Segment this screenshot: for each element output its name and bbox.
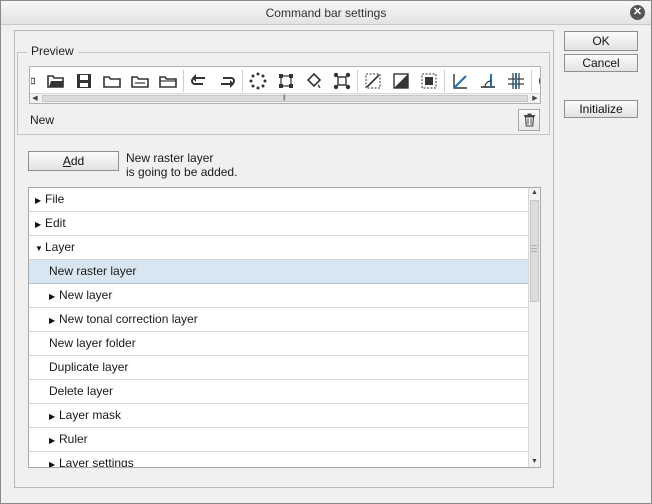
- add-description: New raster layer is going to be added.: [126, 151, 237, 179]
- clear-icon[interactable]: [359, 69, 387, 93]
- ok-button[interactable]: OK: [564, 31, 638, 51]
- trash-icon: [523, 113, 535, 127]
- tree-row-label: New layer folder: [49, 336, 136, 350]
- command-bar-preview: ◀ ||| ▶: [29, 66, 541, 104]
- tree-row-label: New raster layer: [49, 264, 137, 278]
- collapsed-triangle-icon[interactable]: ▶: [49, 429, 59, 452]
- collapsed-triangle-icon[interactable]: ▶: [49, 405, 59, 428]
- dotted-selection-icon[interactable]: [244, 69, 272, 93]
- ruler-icon[interactable]: [446, 69, 474, 93]
- tree-row[interactable]: Delete layer: [29, 380, 529, 404]
- scroll-grip-icon: — — —: [531, 243, 537, 255]
- scroll-grip-icon: |||: [283, 95, 286, 101]
- add-button-label-rest: dd: [70, 154, 85, 168]
- toolbar-separator: [444, 70, 445, 92]
- tree-row[interactable]: ▶ File: [29, 188, 529, 212]
- toolbar-separator: [242, 70, 243, 92]
- tree-row[interactable]: ▶ New tonal correction layer: [29, 308, 529, 332]
- delete-command-button[interactable]: [518, 109, 540, 131]
- initialize-button[interactable]: Initialize: [564, 100, 638, 118]
- folder-icon-3[interactable]: [154, 69, 182, 93]
- horizontal-scroll-thumb[interactable]: [42, 95, 528, 102]
- title-bar: Command bar settings ✕: [1, 1, 651, 25]
- transform-icon[interactable]: [272, 69, 300, 93]
- expanded-triangle-icon[interactable]: ▼: [35, 237, 45, 260]
- command-tree-rows: ▶ File ▶ Edit ▼ Layer New raster layer ▶ New lay…: [29, 188, 529, 468]
- collapsed-triangle-icon[interactable]: ▶: [35, 213, 45, 236]
- folder-icon-2[interactable]: [126, 69, 154, 93]
- tree-row-label: Layer: [45, 240, 76, 254]
- toolbar-icon-strip: [30, 69, 540, 93]
- close-icon[interactable]: ✕: [630, 5, 645, 20]
- add-button[interactable]: Add: [28, 151, 119, 171]
- scroll-up-icon[interactable]: ▲: [529, 188, 540, 198]
- tree-row-label: File: [45, 192, 65, 206]
- open-folder-icon[interactable]: [42, 69, 70, 93]
- add-description-line1: New raster layer: [126, 151, 214, 165]
- tree-row-label: Layer mask: [59, 408, 122, 422]
- tree-row[interactable]: ▼ Layer: [29, 236, 529, 260]
- help-icon[interactable]: [533, 69, 540, 93]
- tree-row[interactable]: ▶ Edit: [29, 212, 529, 236]
- toolbar-separator: [531, 70, 532, 92]
- collapsed-triangle-icon[interactable]: ▶: [49, 453, 59, 467]
- fill-icon[interactable]: [300, 69, 328, 93]
- toolbar-separator: [183, 70, 184, 92]
- selected-command-label: New: [30, 113, 55, 127]
- bounding-box-icon[interactable]: [328, 69, 356, 93]
- undo-icon[interactable]: [185, 69, 213, 93]
- cancel-button[interactable]: Cancel: [564, 54, 638, 72]
- tree-row-label: Ruler: [59, 432, 88, 446]
- tree-row[interactable]: ▶ Ruler: [29, 428, 529, 452]
- tree-row[interactable]: ▶ Layer settings: [29, 452, 529, 468]
- scroll-down-icon[interactable]: ▼: [529, 457, 540, 467]
- tree-row[interactable]: New raster layer: [29, 260, 529, 284]
- command-tree: ▶ File ▶ Edit ▼ Layer New raster layer ▶ New lay…: [28, 187, 541, 468]
- preview-legend: Preview: [27, 44, 78, 58]
- tree-row-label: Layer settings: [59, 456, 134, 468]
- vertical-scrollbar[interactable]: ▲ — — — ▼: [528, 188, 540, 467]
- collapsed-triangle-icon[interactable]: ▶: [49, 285, 59, 308]
- collapsed-triangle-icon[interactable]: ▶: [49, 309, 59, 332]
- scroll-left-icon[interactable]: ◀: [30, 94, 40, 103]
- tree-row-label: New layer: [59, 288, 113, 302]
- folder-icon[interactable]: [98, 69, 126, 93]
- tree-row[interactable]: ▶ New layer: [29, 284, 529, 308]
- collapsed-triangle-icon[interactable]: ▶: [35, 189, 45, 212]
- redo-icon[interactable]: [213, 69, 241, 93]
- tree-row-label: Delete layer: [49, 384, 114, 398]
- partial-icon: [30, 69, 42, 93]
- tree-row[interactable]: ▶ Layer mask: [29, 404, 529, 428]
- add-button-accelerator: A: [62, 154, 71, 168]
- add-description-line2: is going to be added.: [126, 165, 238, 179]
- tree-row[interactable]: Duplicate layer: [29, 356, 529, 380]
- grid-ruler-icon[interactable]: [502, 69, 530, 93]
- toolbar-separator: [357, 70, 358, 92]
- tree-row-label: Edit: [45, 216, 66, 230]
- save-icon[interactable]: [70, 69, 98, 93]
- horizontal-scrollbar[interactable]: ◀ ||| ▶: [30, 93, 540, 103]
- scroll-right-icon[interactable]: ▶: [530, 94, 540, 103]
- fill-diagonal-icon[interactable]: [387, 69, 415, 93]
- window-title: Command bar settings: [265, 6, 387, 20]
- tree-row-label: Duplicate layer: [49, 360, 129, 374]
- tree-row-label: New tonal correction layer: [59, 312, 198, 326]
- frame-icon[interactable]: [415, 69, 443, 93]
- tree-row[interactable]: New layer folder: [29, 332, 529, 356]
- angle-ruler-icon[interactable]: [474, 69, 502, 93]
